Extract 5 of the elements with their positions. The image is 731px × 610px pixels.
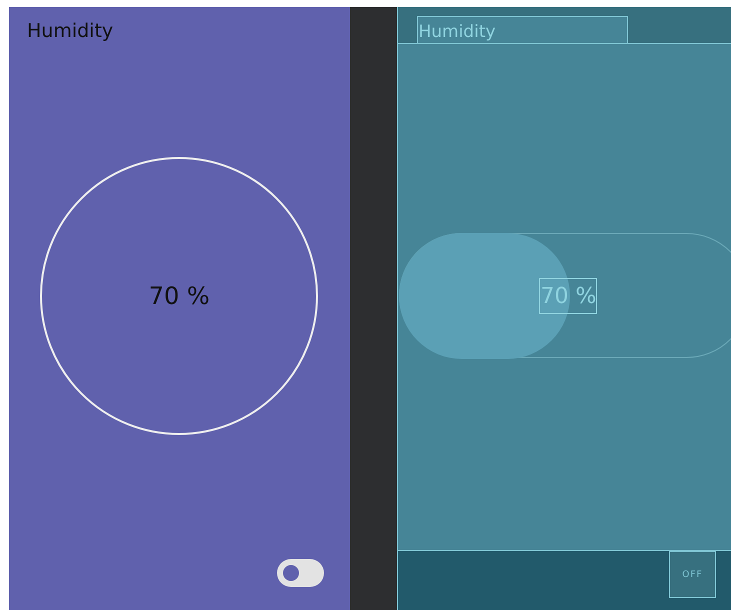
humidity-reading: 70 %: [148, 282, 210, 310]
toggle-switch[interactable]: OFF: [669, 551, 716, 598]
screen-title: Humidity: [26, 19, 114, 39]
screen-title: Humidity: [417, 16, 628, 43]
toggle-switch[interactable]: [276, 559, 324, 587]
